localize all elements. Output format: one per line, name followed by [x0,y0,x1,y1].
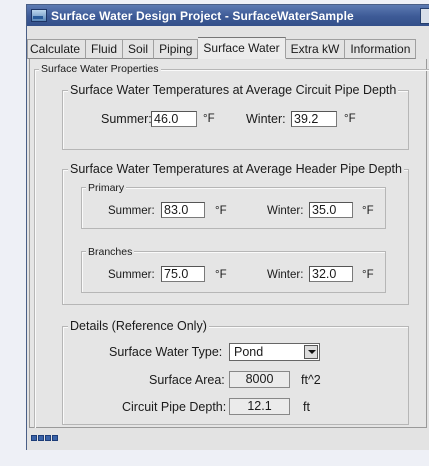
branches-title: Branches [86,245,135,259]
tab-piping[interactable]: Piping [154,39,199,59]
primary-group: Primary Summer: 83.0 °F Winter: 35.0 °F [81,181,386,229]
surface-water-properties-title: Surface Water Properties [39,62,161,76]
header-depth-title: Surface Water Temperatures at Average He… [68,162,404,176]
circuit-winter-label: Winter: [246,112,286,126]
status-bar [29,428,429,450]
circuit-summer-input[interactable]: 46.0 [151,111,197,127]
primary-title: Primary [86,181,127,195]
details-title: Details (Reference Only) [68,319,209,333]
chevron-down-icon[interactable] [304,345,318,359]
title-bar[interactable]: Surface Water Design Project - SurfaceWa… [27,5,429,26]
circuit-winter-input[interactable]: 39.2 [291,111,337,127]
primary-summer-unit: °F [215,205,227,217]
circuit-summer-unit: °F [203,113,215,125]
circuit-depth-title: Surface Water Temperatures at Average Ci… [68,83,399,97]
branches-winter-label: Winter: [267,269,304,281]
tab-surface-water[interactable]: Surface Water [198,37,286,59]
tab-bar: Calculate Fluid Soil Piping Surface Wate… [27,37,429,59]
details-group: Details (Reference Only) Surface Water T… [62,319,409,425]
tab-calculate[interactable]: Calculate [27,39,87,59]
branches-winter-input[interactable]: 32.0 [309,266,353,282]
window-control-button[interactable] [420,8,429,24]
primary-winter-unit: °F [362,205,374,217]
circuit-pipe-depth-label: Circuit Pipe Depth: [122,400,227,414]
surface-water-type-value: Pond [234,345,264,359]
surface-area-label: Surface Area: [149,373,225,387]
surface-water-type-select[interactable]: Pond [229,343,320,361]
window-title: Surface Water Design Project - SurfaceWa… [51,8,354,23]
circuit-summer-label: Summer: [101,112,152,126]
surface-water-panel: Surface Water Properties Surface Water T… [29,59,429,431]
branches-summer-input[interactable]: 75.0 [161,266,205,282]
primary-summer-input[interactable]: 83.0 [161,202,205,218]
tab-fluid[interactable]: Fluid [86,39,124,59]
surface-area-unit: ft^2 [301,373,321,387]
branches-winter-unit: °F [362,269,374,281]
branches-summer-label: Summer: [108,269,155,281]
primary-winter-label: Winter: [267,205,304,217]
header-depth-group: Surface Water Temperatures at Average He… [62,162,409,305]
branches-group: Branches Summer: 75.0 °F Winter: 32.0 °F [81,245,386,293]
surface-water-properties-group: Surface Water Properties Surface Water T… [34,62,429,431]
tab-soil[interactable]: Soil [123,39,155,59]
circuit-depth-group: Surface Water Temperatures at Average Ci… [62,83,409,150]
surface-area-value: 8000 [229,371,290,388]
tab-extra-kw[interactable]: Extra kW [285,39,346,59]
app-icon [31,9,47,22]
progress-indicator-icon [31,435,58,441]
branches-summer-unit: °F [215,269,227,281]
surface-water-type-label: Surface Water Type: [109,345,223,359]
circuit-winter-unit: °F [344,113,356,125]
app-window: Surface Water Design Project - SurfaceWa… [26,4,429,450]
primary-winter-input[interactable]: 35.0 [309,202,353,218]
circuit-pipe-depth-unit: ft [303,400,310,414]
circuit-pipe-depth-value: 12.1 [229,398,290,415]
primary-summer-label: Summer: [108,205,155,217]
tab-information[interactable]: Information [345,39,417,59]
